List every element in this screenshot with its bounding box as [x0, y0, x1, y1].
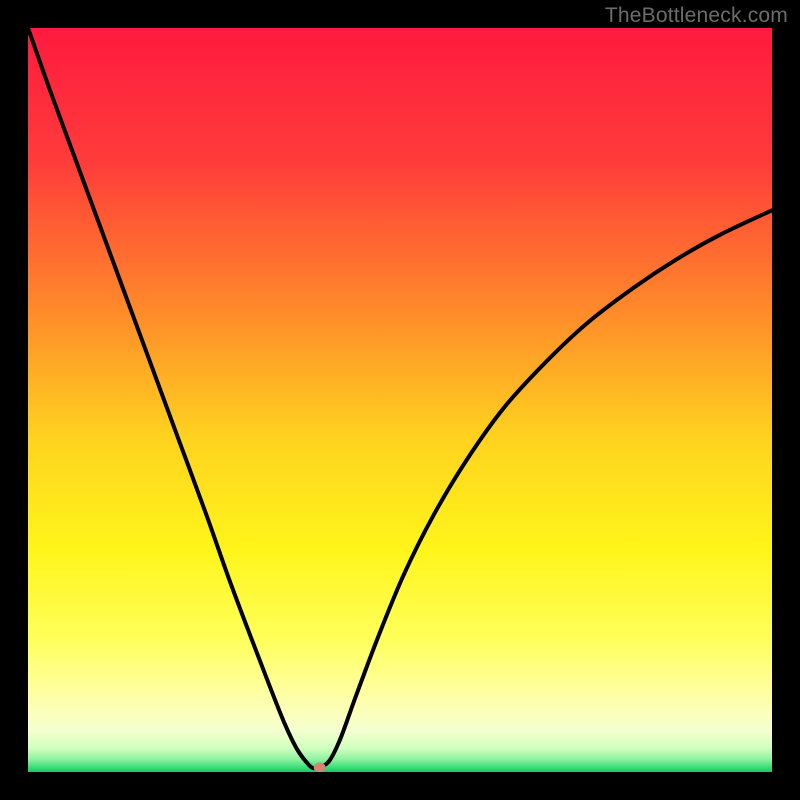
curve-layer [28, 28, 772, 772]
plot-area [28, 28, 772, 772]
watermark-text: TheBottleneck.com [605, 4, 788, 28]
chart-stage: TheBottleneck.com [0, 0, 800, 800]
bottleneck-curve [28, 28, 772, 769]
